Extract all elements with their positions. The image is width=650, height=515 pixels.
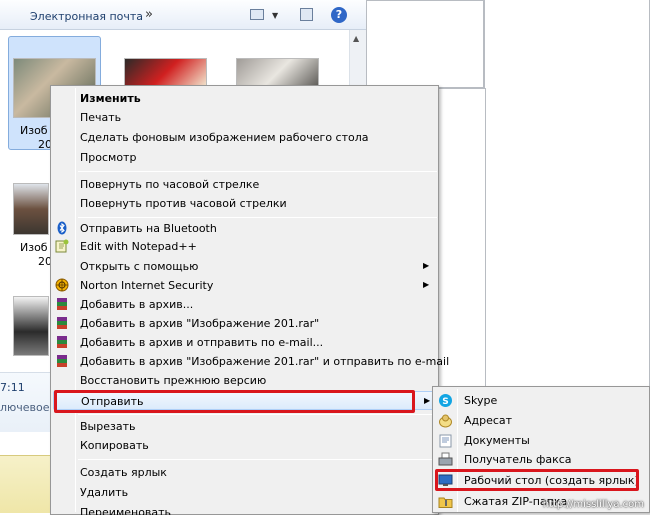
menu-item-label: Восстановить прежнюю версию [80, 374, 267, 387]
menu-item-copy[interactable]: Копировать [51, 436, 438, 455]
view-dropdown-icon[interactable]: ▼ [272, 11, 278, 20]
preview-window-large [484, 0, 650, 388]
send-to-submenu: S Skype Адресат Документы Получатель фак… [432, 386, 650, 513]
menu-item-label: Добавить в архив и отправить по e-mail..… [80, 336, 324, 349]
menu-item-label: Просмотр [80, 151, 137, 164]
highlight-box [54, 390, 415, 413]
menu-item-label: Повернуть против часовой стрелки [80, 197, 287, 210]
submenu-item-documents[interactable]: Документы [433, 431, 649, 450]
contact-icon [438, 413, 453, 428]
watermark: http://misslillya.com [542, 499, 644, 510]
menu-item-archive-named-email[interactable]: Добавить в архив "Изображение 201.rar" и… [51, 352, 449, 371]
fax-icon [438, 452, 453, 467]
menu-item-label: Создать ярлык [80, 466, 167, 479]
menu-item-archive-email[interactable]: Добавить в архив и отправить по e-mail..… [51, 333, 438, 352]
norton-icon [55, 278, 69, 292]
menu-item-delete[interactable]: Удалить [51, 483, 438, 502]
file-label: Изоб [20, 124, 48, 137]
menu-separator [78, 217, 437, 218]
submenu-arrow-icon: ▶ [423, 280, 430, 289]
menu-separator [78, 414, 437, 415]
winrar-icon [55, 297, 69, 311]
menu-item-label: Печать [80, 111, 122, 124]
preview-pane-icon[interactable] [300, 8, 313, 21]
menu-separator [78, 171, 437, 172]
menu-item-norton[interactable]: Norton Internet Security ▶ [51, 276, 438, 295]
submenu-item-label: Получатель факса [464, 453, 572, 466]
info-bar [0, 455, 50, 513]
menu-item-notepadpp[interactable]: Edit with Notepad++ [51, 237, 438, 256]
notepadpp-icon [55, 239, 69, 253]
image-thumbnail[interactable] [236, 58, 319, 88]
submenu-arrow-icon: ▶ [423, 261, 430, 270]
context-menu: Изменить Печать Сделать фоновым изображе… [50, 85, 449, 515]
menu-item-edit[interactable]: Изменить [51, 89, 438, 108]
change-view-icon[interactable] [250, 9, 264, 20]
image-thumbnail[interactable] [124, 58, 207, 88]
skype-icon: S [438, 393, 453, 408]
menu-item-send-bluetooth[interactable]: Отправить на Bluetooth [51, 219, 438, 238]
menu-item-label: Сделать фоновым изображением рабочего ст… [80, 131, 369, 144]
menu-item-label: Удалить [80, 486, 129, 499]
zip-folder-icon [438, 494, 453, 509]
preview-window [366, 0, 484, 88]
submenu-item-label: Документы [464, 434, 530, 447]
toolbar-more-button[interactable]: » [145, 7, 153, 22]
menu-item-print[interactable]: Печать [51, 108, 438, 127]
help-icon[interactable]: ? [331, 7, 347, 23]
menu-item-preview[interactable]: Просмотр [51, 148, 438, 167]
winrar-icon [55, 316, 69, 330]
menu-item-open-with[interactable]: Открыть с помощью ▶ [51, 257, 438, 276]
menu-item-rename[interactable]: Переименовать [51, 503, 438, 515]
submenu-item-recipient[interactable]: Адресат [433, 411, 649, 430]
menu-item-cut[interactable]: Вырезать [51, 417, 438, 436]
submenu-item-label: Skype [464, 394, 498, 407]
menu-item-restore-previous[interactable]: Восстановить прежнюю версию [51, 371, 438, 390]
menu-separator [78, 459, 437, 460]
details-time: 7:11 [0, 381, 25, 394]
file-label: Изоб [20, 241, 48, 254]
highlight-box [435, 469, 639, 491]
menu-item-label: Переименовать [80, 506, 172, 515]
image-thumbnail[interactable] [13, 296, 49, 356]
winrar-icon [55, 335, 69, 349]
menu-item-rotate-counterclockwise[interactable]: Повернуть против часовой стрелки [51, 194, 438, 213]
menu-item-label: Копировать [80, 439, 149, 452]
image-thumbnail[interactable] [13, 183, 49, 235]
toolbar-email-button[interactable]: Электронная почта [30, 10, 143, 23]
submenu-arrow-icon: ▶ [424, 396, 431, 405]
menu-item-add-archive-named[interactable]: Добавить в архив "Изображение 201.rar" [51, 314, 438, 333]
submenu-item-skype[interactable]: S Skype [433, 391, 649, 410]
svg-text:S: S [442, 397, 448, 407]
menu-item-add-archive[interactable]: Добавить в архив... [51, 295, 438, 314]
menu-item-create-shortcut[interactable]: Создать ярлык [51, 463, 438, 482]
submenu-item-fax[interactable]: Получатель факса [433, 450, 649, 469]
menu-item-label: Добавить в архив "Изображение 201.rar" [80, 317, 320, 330]
documents-icon [438, 433, 453, 448]
menu-item-label: Edit with Notepad++ [80, 240, 197, 253]
menu-item-label: Открыть с помощью [80, 260, 199, 273]
bluetooth-icon [55, 221, 69, 235]
submenu-item-label: Адресат [464, 414, 513, 427]
winrar-icon [55, 354, 69, 368]
menu-item-label: Повернуть по часовой стрелке [80, 178, 260, 191]
menu-item-label: Добавить в архив... [80, 298, 194, 311]
menu-item-label: Вырезать [80, 420, 136, 433]
menu-item-label: Добавить в архив "Изображение 201.rar" и… [80, 355, 450, 368]
explorer-toolbar: Электронная почта » ▼ ? [0, 0, 366, 30]
menu-item-label: Изменить [80, 92, 141, 105]
menu-item-label: Norton Internet Security [80, 279, 214, 292]
scroll-up-icon[interactable]: ▲ [353, 34, 359, 43]
menu-item-set-wallpaper[interactable]: Сделать фоновым изображением рабочего ст… [51, 128, 438, 147]
menu-item-label: Отправить на Bluetooth [80, 222, 217, 235]
menu-item-rotate-clockwise[interactable]: Повернуть по часовой стрелке [51, 175, 438, 194]
